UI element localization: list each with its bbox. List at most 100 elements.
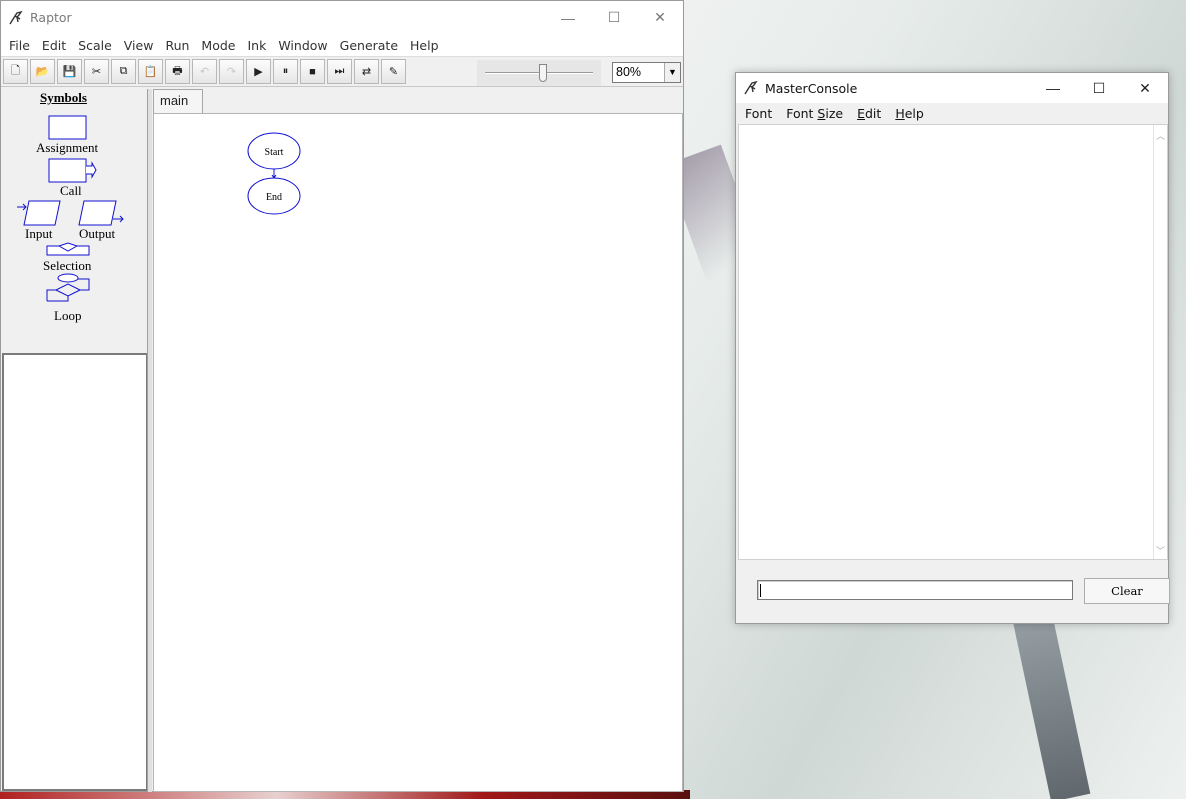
- output-label[interactable]: Output: [79, 226, 115, 242]
- call-label[interactable]: Call: [60, 183, 82, 199]
- test-server-icon: ⇄: [361, 66, 372, 78]
- ink-pen-icon: ✎: [388, 66, 399, 78]
- menu-font-size-label-end: ize: [825, 105, 844, 121]
- speed-slider[interactable]: [477, 60, 601, 86]
- call-symbol-icon[interactable]: [48, 158, 98, 184]
- minimize-button[interactable]: —: [1030, 73, 1076, 103]
- menu-help[interactable]: Help: [888, 106, 931, 121]
- tab-main[interactable]: main: [153, 89, 203, 113]
- close-button[interactable]: ✕: [1122, 73, 1168, 103]
- master-console-window: MasterConsole — ☐ ✕ Font Font Size Edit …: [735, 72, 1170, 624]
- test-server-button[interactable]: ⇄: [354, 59, 379, 84]
- text-caret: [760, 584, 761, 597]
- tab-strip: main: [153, 89, 683, 113]
- raptor-menubar: File Edit Scale View Run Mode Ink Window…: [1, 34, 683, 56]
- zoom-value: 80%: [616, 65, 642, 79]
- undo-button[interactable]: ↶: [192, 59, 217, 84]
- console-title: MasterConsole: [765, 80, 858, 96]
- window-title: Raptor: [30, 10, 72, 25]
- chevron-down-icon[interactable]: ▼: [664, 63, 680, 82]
- menu-edit[interactable]: Edit: [36, 38, 72, 53]
- console-output-area[interactable]: ︿ ﹀: [738, 124, 1168, 560]
- zoom-select[interactable]: 80% ▼: [612, 62, 681, 83]
- selection-symbol-icon[interactable]: [46, 242, 92, 258]
- menu-font-size[interactable]: Font Size: [779, 106, 850, 121]
- raptor-toolbar: 🗋 📂 💾 ✂ ⧉ 📋 🖶 ↶ ↷ ▶ ⏸ ■ ⏭ ⇄ ✎ 80% ▼: [1, 56, 683, 87]
- output-symbol-icon[interactable]: [78, 200, 126, 226]
- input-symbol-icon[interactable]: [16, 200, 62, 226]
- scroll-up-icon[interactable]: ︿: [1154, 129, 1167, 142]
- redo-icon: ↷: [226, 66, 237, 78]
- menu-help-label: elp: [904, 105, 924, 121]
- panel-splitter[interactable]: [147, 89, 152, 792]
- run-button[interactable]: ▶: [246, 59, 271, 84]
- menu-help-mnemonic: H: [895, 105, 905, 121]
- symbols-title: Symbols: [40, 90, 87, 105]
- stop-icon: ■: [309, 65, 316, 78]
- symbols-panel: Symbols Assignment Call Input Output Sel…: [2, 89, 149, 354]
- maximize-button[interactable]: ☐: [1076, 73, 1122, 103]
- selection-label[interactable]: Selection: [43, 258, 91, 274]
- cut-button[interactable]: ✂: [84, 59, 109, 84]
- menu-help[interactable]: Help: [404, 38, 445, 53]
- input-label[interactable]: Input: [25, 226, 52, 242]
- wallpaper-decoration: [1009, 598, 1091, 799]
- menu-view[interactable]: View: [118, 38, 160, 53]
- menu-run[interactable]: Run: [159, 38, 195, 53]
- save-icon: 💾: [62, 66, 77, 78]
- copy-icon: ⧉: [119, 65, 128, 77]
- maximize-button[interactable]: ☐: [591, 1, 637, 34]
- raptor-window: Raptor — ☐ ✕ File Edit Scale View Run Mo…: [0, 0, 684, 792]
- menu-edit[interactable]: Edit: [850, 106, 888, 121]
- menu-file[interactable]: File: [3, 38, 36, 53]
- stop-button[interactable]: ■: [300, 59, 325, 84]
- variables-watch-panel[interactable]: [2, 353, 148, 791]
- close-button[interactable]: ✕: [637, 1, 683, 34]
- menu-window[interactable]: Window: [272, 38, 333, 53]
- loop-symbol-icon[interactable]: [46, 273, 92, 305]
- menu-scale[interactable]: Scale: [72, 38, 118, 53]
- print-button[interactable]: 🖶: [165, 59, 190, 84]
- ink-pen-button[interactable]: ✎: [381, 59, 406, 84]
- console-scrollbar[interactable]: ︿ ﹀: [1153, 125, 1167, 559]
- print-icon: 🖶: [172, 65, 183, 77]
- raptor-app-icon: [744, 80, 758, 95]
- console-menubar: Font Font Size Edit Help: [736, 103, 1168, 123]
- new-file-button[interactable]: 🗋: [3, 59, 28, 84]
- paste-button[interactable]: 📋: [138, 59, 163, 84]
- cut-icon: ✂: [91, 66, 102, 78]
- scroll-down-icon[interactable]: ﹀: [1154, 544, 1167, 557]
- open-icon: 📂: [35, 66, 50, 78]
- console-command-input[interactable]: [757, 580, 1073, 600]
- menu-mode[interactable]: Mode: [195, 38, 241, 53]
- assignment-symbol-icon[interactable]: [48, 115, 88, 141]
- slider-thumb[interactable]: [539, 64, 547, 82]
- loop-label[interactable]: Loop: [54, 308, 81, 324]
- menu-font-size-label: Font: [786, 105, 818, 121]
- menu-font-label: Font: [745, 105, 773, 121]
- menu-generate[interactable]: Generate: [334, 38, 404, 53]
- run-icon: ▶: [254, 66, 263, 78]
- console-titlebar[interactable]: MasterConsole — ☐ ✕: [736, 73, 1168, 103]
- assignment-label[interactable]: Assignment: [36, 140, 98, 156]
- save-button[interactable]: 💾: [57, 59, 82, 84]
- menu-font[interactable]: Font: [738, 106, 779, 121]
- copy-button[interactable]: ⧉: [111, 59, 136, 84]
- pause-button[interactable]: ⏸: [273, 59, 298, 84]
- step-button[interactable]: ⏭: [327, 59, 352, 84]
- pause-icon: ⏸: [282, 65, 289, 77]
- raptor-titlebar[interactable]: Raptor — ☐ ✕: [1, 1, 683, 34]
- menu-ink[interactable]: Ink: [241, 38, 272, 53]
- redo-button[interactable]: ↷: [219, 59, 244, 84]
- flowchart-canvas[interactable]: Start End: [153, 113, 683, 792]
- paste-icon: 📋: [143, 66, 158, 78]
- clear-button[interactable]: Clear: [1084, 578, 1170, 604]
- menu-edit-mnemonic: E: [857, 105, 865, 121]
- menu-edit-label: dit: [865, 105, 882, 121]
- new-icon: 🗋: [11, 65, 20, 77]
- minimize-button[interactable]: —: [545, 1, 591, 34]
- raptor-app-icon: [9, 10, 23, 24]
- end-node-label: End: [266, 192, 282, 203]
- open-file-button[interactable]: 📂: [30, 59, 55, 84]
- step-icon: ⏭: [334, 65, 345, 77]
